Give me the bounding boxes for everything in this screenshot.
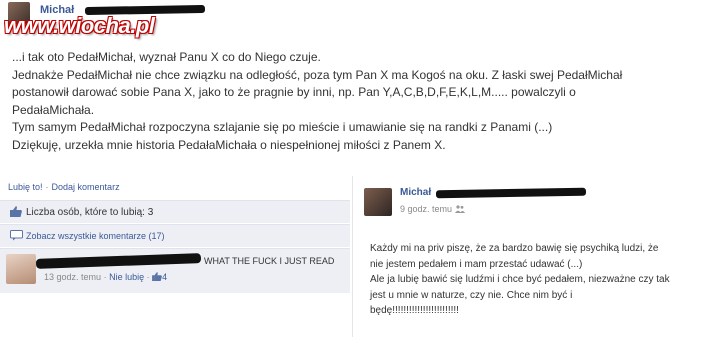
comment-timestamp[interactable]: 13 godz. temu (44, 272, 101, 282)
separator: · (146, 272, 150, 282)
view-all-comments-link[interactable]: Zobacz wszystkie komentarze (17) (26, 231, 165, 241)
thumbs-up-icon (10, 206, 22, 217)
reply-line: jest u mnie w naturze, czy nie. Chce nim… (370, 289, 573, 301)
comment-text: WHAT THE FUCK I JUST READ (204, 256, 335, 266)
avatar[interactable] (364, 188, 392, 216)
post-actions: Lubię to! · Dodaj komentarz (8, 182, 120, 192)
post-line: Jednakże PedałMichał nie chce związku na… (12, 67, 623, 82)
reply-line: Ale ja lubię bawić się ludźmi i chce być… (370, 274, 670, 285)
post-meta: 9 godz. temu (400, 204, 466, 214)
separator: · (103, 272, 107, 282)
like-link[interactable]: Lubię to! (8, 182, 43, 192)
avatar[interactable] (6, 254, 36, 284)
watermark: www.wiocha.pl (4, 13, 155, 38)
reply-line: będę!!!!!!!!!!!!!!!!!!!!!!!! (370, 305, 459, 316)
audience-icon[interactable] (455, 205, 466, 213)
post-line: Dziękuję, urzekła mnie historia PedałaMi… (12, 137, 446, 152)
post-line: Tym samym PedałMichał rozpoczyna szlajan… (12, 120, 553, 134)
thumbs-up-icon (152, 272, 163, 281)
add-comment-link[interactable]: Dodaj komentarz (52, 182, 120, 192)
post-body: ...i tak oto PedałMichał, wyznał Panu X … (12, 49, 712, 154)
author-name[interactable]: Michał (400, 187, 431, 198)
comment-bubble-icon (10, 230, 23, 241)
reply-line: Każdy mi na priv piszę, że za bardzo baw… (370, 243, 659, 254)
likes-count[interactable]: Liczba osób, które to lubią: 3 (26, 207, 153, 218)
comment-like-count[interactable]: 4 (162, 272, 167, 282)
unlike-link[interactable]: Nie lubię (109, 272, 144, 282)
reply-body: Każdy mi na priv piszę, że za bardzo baw… (370, 241, 670, 319)
reply-line: nie jestem pedałem i mam przestać udawać… (370, 258, 583, 270)
post-line: PedałaMichała. (12, 102, 95, 117)
post-line: ...i tak oto PedałMichał, wyznał Panu X … (12, 50, 321, 64)
separator: · (45, 182, 49, 192)
comment-meta: 13 godz. temu · Nie lubię · 4 (44, 272, 167, 282)
post-line: postanowił darować sobie Pana X, jako to… (12, 85, 576, 99)
post-timestamp[interactable]: 9 godz. temu (400, 204, 452, 214)
